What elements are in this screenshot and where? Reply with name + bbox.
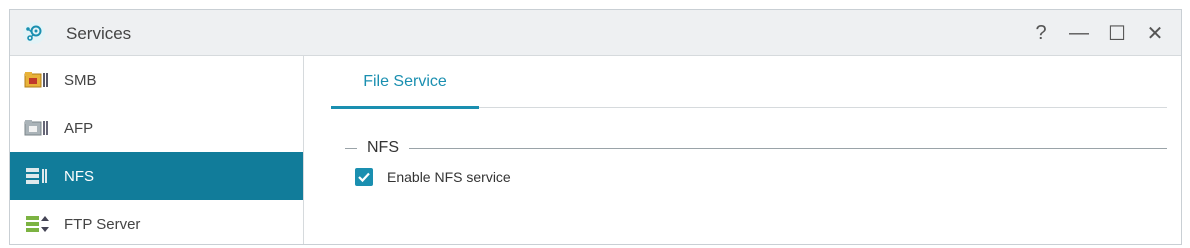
sidebar-item-label: NFS xyxy=(64,167,94,185)
checkmark-icon xyxy=(358,172,370,183)
legend-divider xyxy=(409,147,1167,149)
minimize-icon: — xyxy=(1069,21,1089,44)
smb-folder-icon xyxy=(24,69,52,91)
help-icon: ? xyxy=(1035,21,1047,44)
tab-file-service[interactable]: File Service xyxy=(331,56,479,109)
services-window: Services ? — ☐ ✕ SMB AFP NFS FTP Server … xyxy=(9,9,1182,245)
sidebar-item-label: AFP xyxy=(64,119,94,137)
window-controls: ? — ☐ ✕ xyxy=(1027,20,1169,46)
minimize-button[interactable]: — xyxy=(1065,20,1093,46)
sidebar-item-ftp-server[interactable]: FTP Server xyxy=(10,200,303,248)
services-app-icon xyxy=(22,21,46,45)
sidebar-item-nfs[interactable]: NFS xyxy=(10,152,303,200)
nfs-server-icon xyxy=(24,165,52,187)
titlebar: Services ? — ☐ ✕ xyxy=(10,10,1181,56)
ftp-server-icon xyxy=(24,213,52,235)
enable-nfs-checkbox[interactable] xyxy=(355,168,373,186)
window-title: Services xyxy=(66,24,132,43)
legend-divider xyxy=(345,147,357,149)
afp-folder-icon xyxy=(24,117,52,139)
maximize-icon: ☐ xyxy=(1108,22,1126,45)
section-legend: NFS xyxy=(367,139,399,156)
enable-nfs-label: Enable NFS service xyxy=(387,169,511,185)
close-icon: ✕ xyxy=(1146,22,1164,45)
sidebar-item-label: SMB xyxy=(64,71,97,89)
enable-nfs-option[interactable]: Enable NFS service xyxy=(355,168,511,186)
tab-bar: File Service xyxy=(331,56,1167,109)
sidebar-item-label: FTP Server xyxy=(64,215,141,233)
main-content: File Service NFS Enable NFS service xyxy=(305,56,1181,244)
maximize-button[interactable]: ☐ xyxy=(1103,20,1131,46)
sidebar-item-smb[interactable]: SMB xyxy=(10,56,303,104)
nfs-section-header: NFS xyxy=(345,138,1167,158)
sidebar-item-afp[interactable]: AFP xyxy=(10,104,303,152)
help-button[interactable]: ? xyxy=(1027,20,1055,46)
close-button[interactable]: ✕ xyxy=(1141,20,1169,46)
sidebar: SMB AFP NFS FTP Server xyxy=(10,56,304,244)
